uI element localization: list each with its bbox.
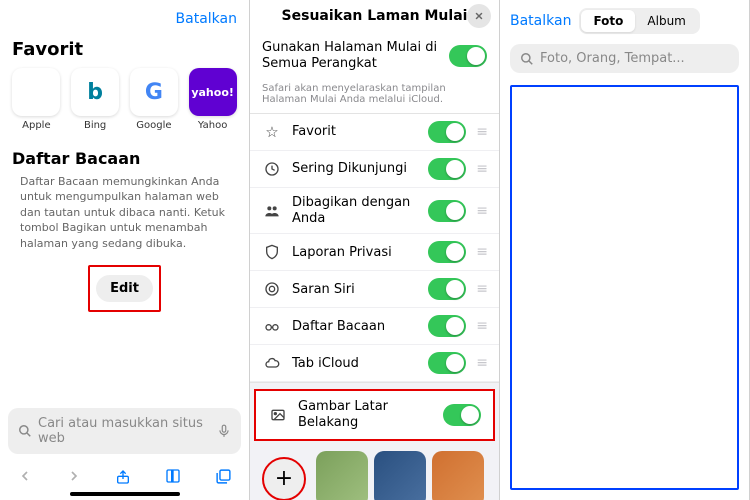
favorite-label: Bing [84,120,106,131]
toggle[interactable] [428,278,466,300]
favorites-heading: Favorit [0,35,249,68]
list-item-favorit[interactable]: ☆ Favorit ≡ [250,114,499,151]
back-icon [17,468,33,486]
segment-photo[interactable]: Foto [581,10,635,32]
drag-handle-icon[interactable]: ≡ [476,355,487,371]
favorite-yahoo[interactable]: yahoo! Yahoo [186,68,239,131]
favorite-label: Apple [22,120,50,131]
segmented-control: Foto Album [579,8,699,34]
favorite-label: Google [136,120,171,131]
list-item-reading[interactable]: Daftar Bacaan ≡ [250,308,499,345]
sheet-title: Sesuaikan Laman Mulai [282,8,468,24]
sync-row: Gunakan Halaman Mulai di Semua Perangkat [250,32,499,79]
drag-handle-icon[interactable]: ≡ [476,244,487,260]
clock-icon [262,161,282,177]
segment-album[interactable]: Album [635,10,697,32]
search-placeholder: Foto, Orang, Tempat... [540,51,685,66]
bg-label: Gambar Latar Belakang [298,399,443,430]
sync-toggle[interactable] [449,45,487,67]
sheet-header: Sesuaikan Laman Mulai [250,0,499,32]
toggle[interactable] [428,241,466,263]
list-label: Tab iCloud [292,356,428,372]
google-icon: G [130,68,178,116]
list-item-icloud[interactable]: Tab iCloud ≡ [250,345,499,382]
drag-handle-icon[interactable]: ≡ [476,124,487,140]
toggle[interactable] [428,121,466,143]
cancel-link[interactable]: Batalkan [510,13,571,29]
sync-note: Safari akan menyelaraskan tampilan Halam… [250,79,499,113]
siri-icon [262,281,282,297]
photo-search-field[interactable]: Foto, Orang, Tempat... [510,44,739,73]
people-icon [262,203,282,219]
wallpaper-grid: + [250,445,499,500]
close-button[interactable] [467,4,491,28]
list-item-siri[interactable]: Saran Siri ≡ [250,271,499,308]
search-icon [520,52,534,66]
list-label: Favorit [292,124,428,140]
mic-icon[interactable] [217,423,231,439]
image-icon [268,407,288,423]
forward-icon [66,468,82,486]
reading-list-description: Daftar Bacaan memungkinkan Anda untuk me… [0,174,249,251]
list-label: Laporan Privasi [292,245,428,261]
wallpaper-option[interactable] [374,451,426,500]
star-icon: ☆ [262,123,282,141]
yahoo-icon: yahoo! [189,68,237,116]
cancel-link[interactable]: Batalkan [176,11,237,27]
drag-handle-icon[interactable]: ≡ [476,281,487,297]
edit-button[interactable]: Edit [96,275,153,302]
favorite-label: Yahoo [198,120,227,131]
url-search-field[interactable]: Cari atau masukkan situs web [8,408,241,454]
reading-list-heading: Daftar Bacaan [0,131,249,174]
bing-icon: b [71,68,119,116]
toggle[interactable] [428,352,466,374]
list-label: Daftar Bacaan [292,319,428,335]
drag-handle-icon[interactable]: ≡ [476,161,487,177]
highlight-box: Edit [88,265,161,312]
drag-handle-icon[interactable]: ≡ [476,203,487,219]
add-wallpaper-button[interactable]: + [262,457,306,500]
favorite-google[interactable]: G Google [128,68,181,131]
favorites-row: Apple b Bing G Google yahoo! Yahoo [0,68,249,131]
wallpaper-option[interactable] [316,451,368,500]
toggle[interactable] [428,158,466,180]
tabs-icon[interactable] [215,468,232,486]
home-indicator [70,492,180,496]
toggle[interactable] [428,315,466,337]
search-placeholder: Cari atau masukkan situs web [38,416,217,446]
background-image-row: Gambar Latar Belakang [254,389,495,440]
sync-label: Gunakan Halaman Mulai di Semua Perangkat [262,40,449,71]
bg-toggle[interactable] [443,404,481,426]
bookmarks-icon[interactable] [164,468,182,486]
list-label: Saran Siri [292,282,428,298]
favorite-bing[interactable]: b Bing [69,68,122,131]
list-label: Dibagikan dengan Anda [292,195,428,226]
toggle[interactable] [428,200,466,222]
drag-handle-icon[interactable]: ≡ [476,318,487,334]
list-label: Sering Dikunjungi [292,161,428,177]
bottom-toolbar [0,462,249,490]
share-icon[interactable] [115,468,131,486]
photo-grid-highlight [510,85,739,490]
wallpaper-option[interactable] [432,451,484,500]
search-icon [18,424,32,438]
list-item-shared[interactable]: Dibagikan dengan Anda ≡ [250,188,499,234]
shield-icon [262,244,282,260]
list-item-privacy[interactable]: Laporan Privasi ≡ [250,234,499,271]
apple-icon [12,68,60,116]
favorite-apple[interactable]: Apple [10,68,63,131]
cloud-icon [262,355,282,371]
glasses-icon [262,318,282,334]
list-item-frequent[interactable]: Sering Dikunjungi ≡ [250,151,499,188]
